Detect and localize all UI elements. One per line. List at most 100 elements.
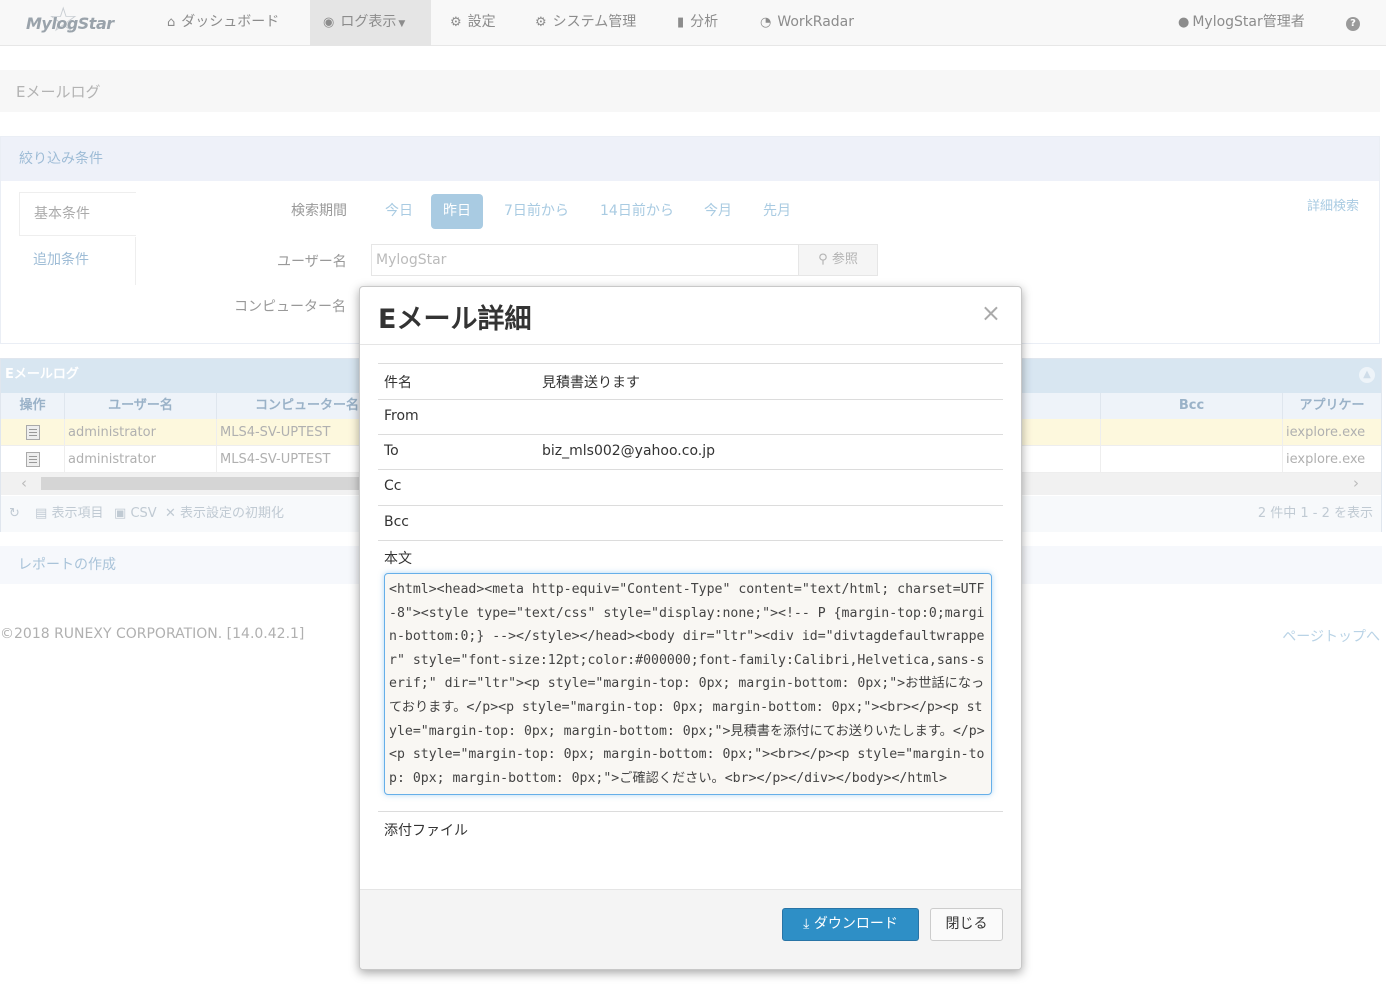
help-button[interactable]: ? — [1346, 0, 1360, 46]
collapse-icon[interactable]: ▲ — [1359, 367, 1375, 383]
reference-button-label: 参照 — [831, 252, 858, 267]
document-icon — [26, 452, 40, 467]
refresh-icon[interactable]: ↻ — [9, 496, 20, 532]
nav-user-label: MylogStar管理者 — [1192, 14, 1305, 30]
tab-basic-conditions[interactable]: 基本条件 — [19, 192, 136, 236]
period-label: 検索期間 — [291, 203, 347, 219]
gear-icon: ⚙ — [450, 15, 462, 30]
column-header-op[interactable]: 操作 — [1, 393, 65, 419]
help-icon: ? — [1346, 17, 1360, 31]
modal-footer: ⤓ ダウンロード 閉じる — [360, 889, 1021, 969]
page-title: Eメールログ — [16, 83, 101, 101]
nav-analysis[interactable]: ▮ 分析 — [677, 0, 718, 46]
tab-additional-conditions[interactable]: 追加条件 — [19, 237, 136, 285]
email-detail-modal: Eメール詳細 × 件名 見積書送ります From To biz_mls002@y… — [359, 286, 1022, 970]
column-header-app[interactable]: アプリケー — [1283, 393, 1381, 419]
home-icon: ⌂ — [167, 15, 176, 30]
save-icon: ▣ — [114, 506, 127, 521]
scroll-right-icon[interactable]: › — [1353, 474, 1359, 492]
period-14days-button[interactable]: 14日前から — [588, 194, 686, 229]
user-name-label: ユーザー名 — [277, 254, 347, 270]
top-navbar: ☆ MylogStar ⌂ ダッシュボード ◉ ログ表示 ▼ ⚙ 設定 ⚙ システム管理 … — [0, 0, 1386, 46]
close-icon: ✕ — [165, 506, 176, 521]
cell-app: iexplore.exe — [1286, 425, 1366, 440]
nav-dashboard[interactable]: ⌂ ダッシュボード — [155, 0, 291, 46]
scroll-left-icon[interactable]: ‹ — [21, 474, 27, 492]
logo-text: MylogStar — [26, 14, 114, 33]
nav-settings-label: 設定 — [467, 14, 496, 30]
period-today-button[interactable]: 今日 — [373, 194, 425, 229]
nav-settings[interactable]: ⚙ 設定 — [450, 0, 496, 46]
detail-row-to: To biz_mls002@yahoo.co.jp — [378, 434, 1003, 469]
modal-header: Eメール詳細 × — [360, 287, 1021, 345]
advanced-search-link[interactable]: 詳細検索 — [1307, 195, 1359, 214]
detail-row-from: From — [378, 399, 1003, 434]
document-icon — [26, 425, 40, 440]
display-items-label: 表示項目 — [51, 506, 104, 521]
cell-app: iexplore.exe — [1286, 452, 1366, 467]
period-yesterday-button[interactable]: 昨日 — [431, 194, 483, 229]
computer-name-label: コンピューター名 — [234, 299, 346, 315]
subject-value: 見積書送ります — [542, 375, 640, 391]
reference-button[interactable]: ⚲ 参照 — [798, 244, 878, 276]
eye-icon: ◉ — [323, 15, 335, 30]
nav-analysis-label: 分析 — [690, 14, 719, 30]
subject-label: 件名 — [384, 375, 412, 391]
csv-button[interactable]: ▣ CSV — [114, 496, 157, 532]
row-detail-button[interactable] — [1, 446, 65, 473]
period-this-month-button[interactable]: 今月 — [692, 194, 744, 229]
download-button-label: ダウンロード — [813, 916, 898, 932]
period-7days-button[interactable]: 7日前から — [492, 194, 581, 229]
to-label: To — [384, 443, 399, 459]
detail-row-cc: Cc — [378, 469, 1003, 505]
page-header: Eメールログ — [0, 70, 1380, 112]
nav-dashboard-label: ダッシュボード — [181, 14, 280, 30]
close-icon[interactable]: × — [981, 299, 1001, 327]
detail-row-subject: 件名 見積書送ります — [378, 363, 1003, 399]
nav-workradar[interactable]: ◔ WorkRadar — [760, 0, 854, 46]
cell-bcc — [1101, 419, 1283, 446]
modal-title: Eメール詳細 — [378, 304, 532, 335]
user-name-input[interactable]: MylogStar — [371, 244, 799, 276]
page-top-link[interactable]: ページトップへ — [1282, 626, 1380, 646]
reset-display-button[interactable]: ✕ 表示設定の初期化 — [165, 496, 284, 532]
pager-summary: 2 件中 1 - 2 を表示 — [1257, 506, 1373, 521]
cc-label: Cc — [384, 478, 402, 494]
row-detail-button[interactable] — [1, 419, 65, 446]
radar-icon: ◔ — [760, 15, 772, 30]
list-icon: ▤ — [35, 506, 48, 521]
nav-log-view-label: ログ表示 — [340, 14, 397, 30]
scrollbar-thumb[interactable] — [41, 477, 361, 490]
bcc-label: Bcc — [384, 514, 409, 530]
csv-label: CSV — [130, 506, 157, 521]
body-textarea[interactable]: <html><head><meta http-equiv="Content-Ty… — [384, 573, 992, 795]
caret-down-icon: ▼ — [398, 19, 406, 29]
download-icon: ⤓ — [803, 916, 810, 932]
copyright: ©2018 RUNEXY CORPORATION. [14.0.42.1] — [0, 626, 305, 642]
nav-system-admin-label: システム管理 — [552, 14, 637, 30]
grid-title-label: Eメールログ — [5, 367, 79, 382]
cell-user: administrator — [65, 446, 217, 473]
to-value: biz_mls002@yahoo.co.jp — [542, 443, 715, 459]
book-icon: ▮ — [677, 15, 685, 30]
nav-log-view[interactable]: ◉ ログ表示 ▼ — [310, 0, 431, 46]
cell-bcc — [1101, 446, 1283, 473]
nav-workradar-label: WorkRadar — [777, 14, 855, 30]
detail-row-bcc: Bcc — [378, 505, 1003, 540]
nav-system-admin[interactable]: ⚙ システム管理 — [535, 0, 636, 46]
close-button[interactable]: 閉じる — [930, 908, 1003, 941]
app-logo[interactable]: ☆ MylogStar — [26, 0, 114, 40]
column-header-bcc[interactable]: Bcc — [1101, 393, 1283, 419]
download-button[interactable]: ⤓ ダウンロード — [782, 908, 919, 941]
period-last-month-button[interactable]: 先月 — [751, 194, 803, 229]
gear-icon: ⚙ — [535, 15, 547, 30]
cell-user: administrator — [65, 419, 217, 446]
attachment-label: 添付ファイル — [384, 823, 468, 839]
display-items-button[interactable]: ▤ 表示項目 — [35, 496, 103, 532]
reset-display-label: 表示設定の初期化 — [180, 506, 285, 521]
filter-panel-header[interactable]: 絞り込み条件 — [1, 137, 1379, 181]
column-header-user[interactable]: ユーザー名 — [65, 393, 217, 419]
detail-row-attachment: 添付ファイル — [378, 811, 1003, 889]
nav-user-menu[interactable]: ● MylogStar管理者 — [1178, 0, 1305, 46]
from-label: From — [384, 408, 419, 424]
